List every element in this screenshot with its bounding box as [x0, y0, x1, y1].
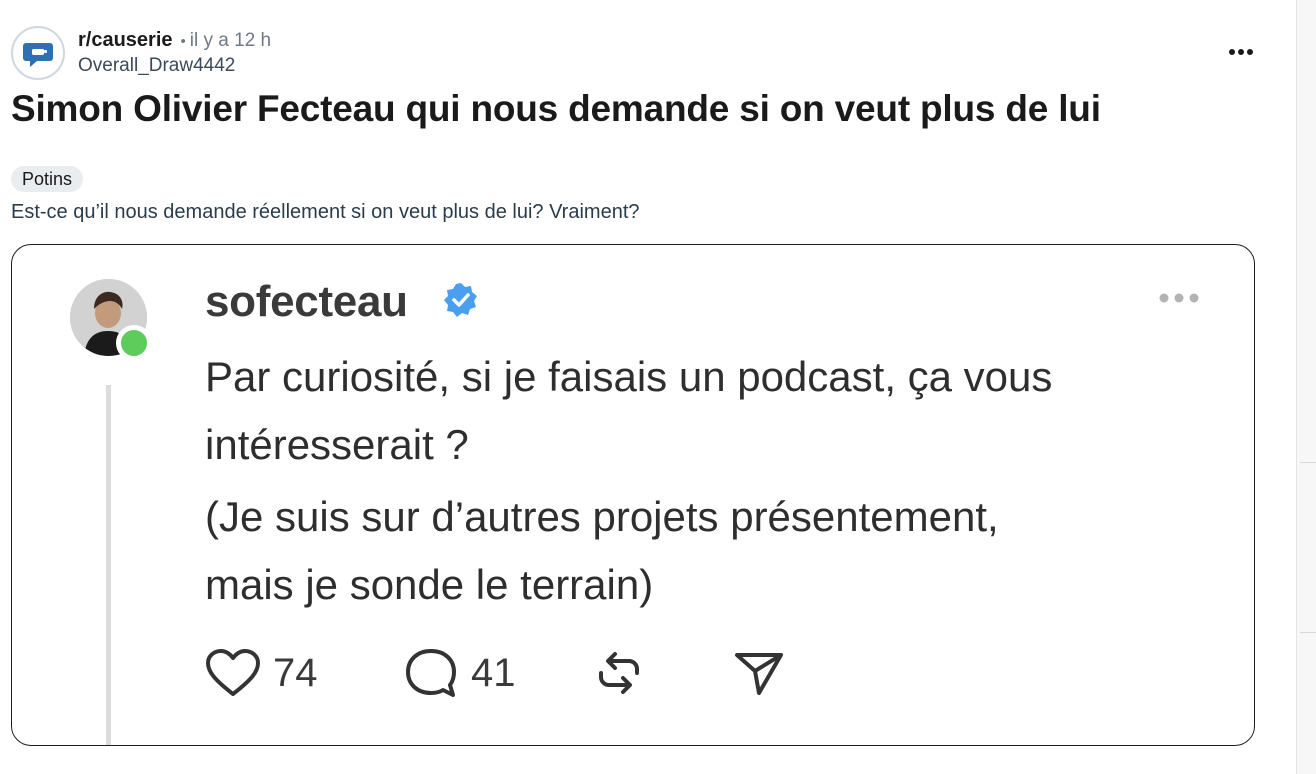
embed-line: Par curiosité, si je faisais un podcast,…: [205, 353, 1053, 400]
chat-bubble-icon: [23, 43, 53, 67]
post-header: r/causerie • il y a 12 h Overall_Draw444…: [11, 26, 1271, 82]
scroll-divider: [1300, 462, 1316, 463]
share-icon: [735, 653, 783, 695]
verified-badge-icon: [444, 283, 477, 317]
comment-count: 41: [471, 650, 516, 695]
heart-icon: [206, 649, 260, 696]
post-flair[interactable]: Potins: [11, 166, 84, 192]
share-action: [731, 645, 787, 701]
comment-action: 41: [403, 645, 516, 701]
meta-separator: •: [180, 33, 186, 50]
embed-text: Par curiosité, si je faisais un podcast,…: [205, 343, 1225, 619]
embed-line: intéresserait ?: [205, 421, 469, 468]
like-count: 74: [273, 650, 318, 695]
embed-more-icon: [1159, 293, 1199, 303]
subreddit-avatar[interactable]: [11, 26, 65, 80]
post-more-button[interactable]: [1226, 40, 1256, 64]
thread-line: [106, 385, 111, 745]
post-title[interactable]: Simon Olivier Fecteau qui nous demande s…: [11, 88, 1101, 130]
post-body: Est-ce qu’il nous demande réellement si …: [11, 201, 640, 223]
post-image[interactable]: sofecteau Par curiosité, si je faisais u…: [11, 244, 1255, 746]
embed-line: (Je suis sur d’autres projets présenteme…: [205, 493, 999, 540]
scrollbar[interactable]: [1296, 0, 1316, 774]
repost-icon: [599, 652, 639, 694]
embed-actions: 74 41: [205, 645, 905, 701]
post-author[interactable]: Overall_Draw4442: [78, 54, 271, 78]
like-action: 74: [205, 645, 318, 701]
repost-action: [591, 645, 647, 701]
post-time: il y a 12 h: [189, 30, 272, 51]
subreddit-name[interactable]: r/causerie: [78, 28, 173, 52]
more-horizontal-icon: [1229, 49, 1253, 55]
online-indicator: [116, 325, 152, 361]
embed-line: mais je sonde le terrain): [205, 561, 654, 608]
scroll-divider: [1300, 632, 1316, 633]
embed-username: sofecteau: [205, 277, 408, 326]
comment-icon: [406, 649, 456, 697]
